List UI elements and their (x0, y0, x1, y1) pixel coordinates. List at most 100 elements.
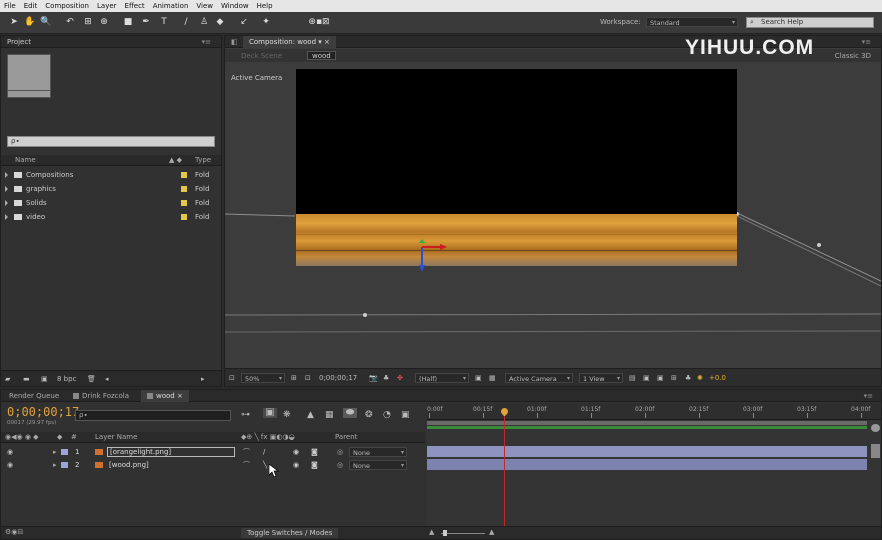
pick-whip-icon[interactable]: ◎ (337, 459, 343, 471)
brainstorm-icon[interactable]: ❂ (365, 410, 373, 420)
panel-menu-icon[interactable]: ▾≡ (202, 36, 211, 48)
toggle-pixel-aspect-icon[interactable]: ▤ (629, 373, 636, 383)
region-of-interest-icon[interactable]: ▣ (475, 373, 482, 383)
time-ruler[interactable]: 0:00f 00:15f 01:00f 01:15f 02:00f 02:15f 03:00… (427, 404, 881, 420)
shy-switch-icon[interactable]: ⌒ (243, 446, 250, 458)
label-color-swatch[interactable] (61, 449, 68, 455)
axis-mode-icon[interactable]: ⊕▪⊠ (304, 16, 334, 28)
clone-stamp-tool-icon[interactable]: ♙ (198, 16, 210, 28)
menu-item-composition[interactable]: Composition (45, 2, 89, 10)
layer-name[interactable]: [wood.png] (109, 459, 149, 471)
menu-item-help[interactable]: Help (257, 2, 273, 10)
expand-triangle-icon[interactable] (5, 186, 8, 192)
project-item-video[interactable]: video Fold (5, 211, 219, 223)
layer-row-1[interactable]: ◉ ▸ 1 [orangelight.png] ⌒ ∕ ◉ ◙ ◎ None (1, 446, 425, 458)
composition-viewer[interactable]: Active Camera (225, 63, 881, 367)
composition-canvas[interactable] (296, 69, 737, 214)
zoom-handle-icon[interactable] (871, 424, 880, 432)
new-folder-icon[interactable]: ▬ (23, 374, 30, 384)
zoom-slider[interactable] (441, 530, 485, 536)
brush-tool-icon[interactable]: ∕ (180, 16, 192, 28)
zoom-out-icon[interactable]: ▲ (429, 528, 434, 536)
quality-switch-icon[interactable]: ∕ (263, 446, 265, 458)
view-layout-dropdown[interactable]: 1 View (579, 373, 623, 384)
pan-behind-tool-icon[interactable]: ⊕ (98, 16, 110, 28)
expand-triangle-icon[interactable]: ▸ (53, 446, 57, 458)
composition-panel-menu-icon[interactable]: ▾≡ (862, 38, 871, 46)
project-item-graphics[interactable]: graphics Fold (5, 183, 219, 195)
transparency-grid-icon[interactable]: ▦ (489, 373, 496, 383)
project-item-solids[interactable]: Solids Fold (5, 197, 219, 209)
tab-render-queue[interactable]: Render Queue (3, 390, 65, 402)
exposure-icon[interactable]: ✺ (697, 373, 703, 383)
layer-bar-1[interactable] (427, 446, 867, 457)
draft-3d-icon[interactable]: ❋ (283, 410, 291, 420)
layer-name[interactable]: [orangelight.png] (107, 447, 235, 457)
puppet-tool-icon[interactable]: ✦ (260, 16, 272, 28)
camera-tool-icon[interactable]: ⊞ (82, 16, 94, 28)
scroll-right-icon[interactable]: ▸ (201, 374, 205, 384)
timeline-icon[interactable]: ▣ (657, 373, 664, 383)
mask-visibility-icon[interactable]: ⊡ (305, 373, 311, 383)
sort-icon[interactable]: ▲ ◆ (169, 156, 182, 164)
magnification-dropdown[interactable]: 50% (241, 373, 285, 384)
channel-icon[interactable]: ✤ (397, 373, 403, 383)
comp-mini-flowchart-icon[interactable]: ⊶ (241, 410, 250, 420)
layer-row-2[interactable]: ◉ ▸ 2 [wood.png] ⌒ ╲ ◉ ◙ ◎ None (1, 459, 425, 471)
expand-triangle-icon[interactable] (5, 200, 8, 206)
search-help-input[interactable]: ⌕ Search Help (746, 17, 874, 28)
always-preview-icon[interactable]: ⊡ (229, 373, 235, 383)
zoom-slider-thumb[interactable] (443, 530, 447, 536)
column-layer-name[interactable]: Layer Name (95, 433, 137, 441)
eraser-tool-icon[interactable]: ◆ (214, 16, 226, 28)
tab-drink-fozcola[interactable]: Drink Fozcola (67, 390, 135, 402)
zoom-tool-icon[interactable]: 🔍 (40, 16, 52, 28)
menu-item-layer[interactable]: Layer (97, 2, 117, 10)
comp-flowchart-icon[interactable]: ⊞ (671, 373, 677, 383)
quality-switch-icon[interactable]: ╲ (263, 459, 267, 471)
project-search-input[interactable]: ρ∙ (7, 136, 215, 147)
exposure-value[interactable]: +0.0 (709, 374, 726, 382)
expand-triangle-icon[interactable] (5, 214, 8, 220)
column-parent[interactable]: Parent (335, 433, 357, 441)
frame-blending-icon[interactable]: ▦ (325, 410, 334, 420)
cube-switch-icon[interactable]: ◙ (311, 446, 318, 458)
parent-dropdown[interactable]: None (349, 447, 407, 458)
rotation-tool-icon[interactable]: ↶ (64, 16, 76, 28)
comp-button-icon[interactable] (871, 444, 880, 458)
menu-item-animation[interactable]: Animation (153, 2, 189, 10)
pen-tool-icon[interactable]: ✒ (140, 16, 152, 28)
breadcrumb-deck-scene[interactable]: Deck Scene (241, 52, 282, 60)
tab-composition-wood[interactable]: Composition: wood ▾ × (243, 36, 336, 48)
roto-brush-tool-icon[interactable]: ↙ (238, 16, 250, 28)
new-composition-icon[interactable]: ▣ (41, 374, 48, 384)
zoom-in-icon[interactable]: ▲ (489, 528, 494, 536)
3d-layer-switch-icon[interactable]: ◉ (293, 459, 299, 471)
expand-triangle-icon[interactable] (5, 172, 8, 178)
hand-tool-icon[interactable]: ✋ (24, 16, 36, 28)
toggle-panes-icons[interactable]: ⚙◉⊟ (5, 528, 23, 536)
column-name[interactable]: Name (15, 156, 36, 164)
menu-item-window[interactable]: Window (221, 2, 249, 10)
3d-view-dropdown[interactable]: Active Camera (505, 373, 573, 384)
trash-icon[interactable]: 🗑 (87, 374, 96, 384)
expand-triangle-icon[interactable]: ▸ (53, 459, 57, 471)
toggle-switches-modes-button[interactable]: Toggle Switches / Modes (241, 528, 339, 538)
scroll-left-icon[interactable]: ◂ (105, 374, 109, 384)
type-tool-icon[interactable]: T (158, 16, 170, 28)
selection-tool-icon[interactable]: ➤ (8, 16, 20, 28)
menu-item-view[interactable]: View (196, 2, 213, 10)
label-color-swatch[interactable] (61, 462, 68, 468)
layer-bar-2[interactable] (427, 459, 867, 470)
project-item-compositions[interactable]: Compositions Fold (5, 169, 219, 181)
timeline-search-input[interactable]: ρ∙ (75, 410, 231, 421)
viewer-timecode[interactable]: 0;00;00;17 (319, 374, 357, 382)
graph-editor-icon[interactable]: ▣ (401, 410, 410, 420)
wood-layer[interactable] (296, 214, 737, 266)
auto-keyframe-icon[interactable]: ◔ (383, 410, 391, 420)
cube-switch-icon[interactable]: ◙ (311, 459, 318, 471)
parent-dropdown[interactable]: None (349, 460, 407, 471)
visibility-eye-icon[interactable]: ◉ (7, 459, 13, 471)
menu-item-edit[interactable]: Edit (24, 2, 38, 10)
live-update-icon[interactable]: ▣ (263, 408, 277, 418)
